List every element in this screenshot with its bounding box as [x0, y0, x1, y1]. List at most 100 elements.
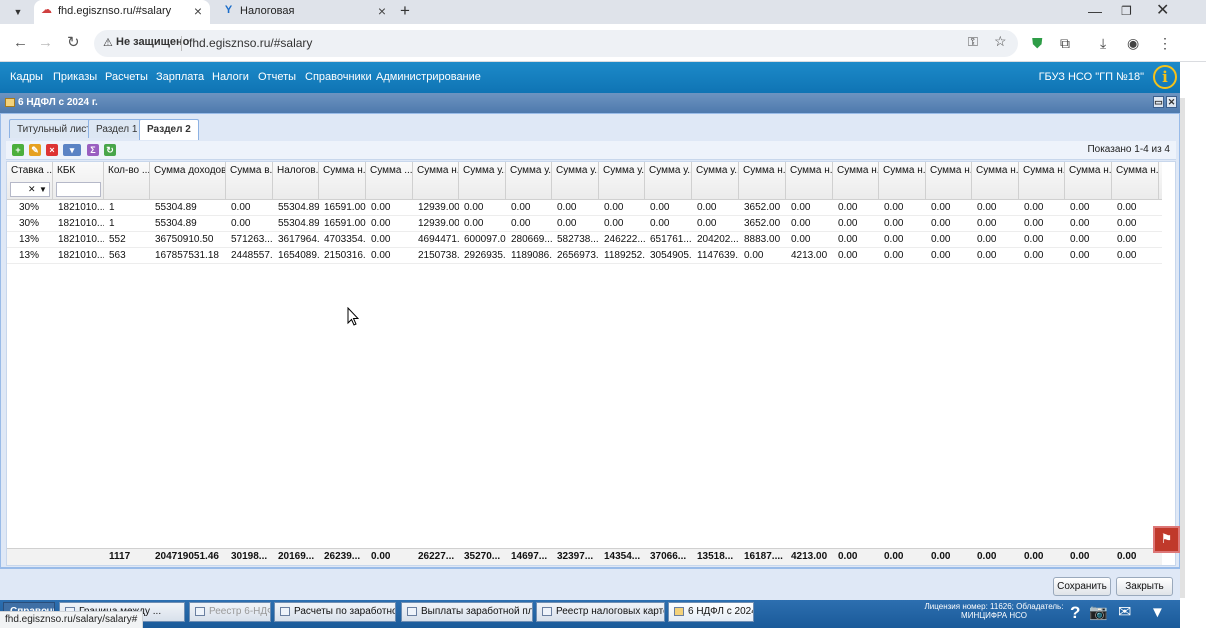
column-header[interactable]: Сумма н... [833, 162, 879, 200]
back-arrow-icon[interactable]: ← [13, 33, 28, 53]
column-header[interactable]: Сумма доходов... [150, 162, 226, 200]
minimize-window-icon[interactable]: — [1088, 0, 1102, 22]
column-header[interactable]: Сумма н... [1112, 162, 1159, 200]
add-row-icon[interactable]: + [12, 144, 24, 156]
browser-tab-inactive[interactable]: Y Налоговая × [216, 0, 394, 24]
extensions-puzzle-icon[interactable]: ⧉ [1060, 33, 1070, 53]
tab-search-chevron-icon[interactable]: ▼ [9, 4, 27, 20]
column-header[interactable]: Сумма ... [366, 162, 413, 200]
mail-icon[interactable]: ✉ [1118, 603, 1131, 623]
tab-section-2[interactable]: Раздел 2 [139, 119, 199, 140]
column-header[interactable]: Сумма н... [786, 162, 833, 200]
menu-item-orders[interactable]: Приказы [53, 71, 97, 83]
clear-filter-icon[interactable]: ✕ [28, 183, 36, 196]
not-secure-warning-icon[interactable]: ⚠ [103, 36, 113, 49]
camera-icon[interactable]: 📷 [1089, 603, 1108, 623]
browser-menu-icon[interactable]: ⋮ [1158, 33, 1172, 53]
security-label[interactable]: Не защищено [116, 36, 189, 48]
page-scrollbar[interactable] [1180, 62, 1206, 628]
column-header[interactable]: Сумма н... [972, 162, 1019, 200]
table-cell: 0.00 [604, 202, 624, 213]
table-row[interactable]: 30% 1821010... 1 55304.89 0.00 55304.89 16591.… [7, 200, 1162, 216]
sum-icon[interactable]: Σ [87, 144, 99, 156]
menu-item-staff[interactable]: Кадры [10, 71, 43, 83]
taskbar-item[interactable]: Реестр 6-НДФЛ [189, 602, 271, 622]
close-tab-icon[interactable]: × [194, 0, 202, 22]
collapse-triangle-icon[interactable]: ▼ [1150, 603, 1165, 623]
column-header[interactable]: Сумма у... [692, 162, 739, 200]
menu-item-salary[interactable]: Зарплата [156, 71, 204, 83]
column-header[interactable]: КБК [53, 162, 104, 200]
taskbar-item[interactable]: Расчеты по заработной ... [274, 602, 396, 622]
print-icon[interactable]: ▾ [63, 144, 81, 156]
column-header[interactable]: Сумма в... [226, 162, 273, 200]
table-row[interactable]: 13% 1821010... 552 36750910.50 571263.... 361… [7, 232, 1162, 248]
new-tab-button[interactable]: + [400, 0, 410, 22]
info-icon[interactable]: i [1153, 65, 1177, 89]
menu-item-references[interactable]: Справочники [305, 71, 372, 83]
menu-item-administration[interactable]: Администрирование [376, 71, 481, 83]
save-button[interactable]: Сохранить [1053, 577, 1111, 596]
taskbar-item[interactable]: Выплаты заработной платы [401, 602, 533, 622]
taskbar-item-active[interactable]: 6 НДФЛ с 2024 г. [668, 602, 754, 622]
restore-window-icon[interactable]: ❐ [1121, 0, 1132, 22]
refresh-icon[interactable]: ↻ [104, 144, 116, 156]
column-header[interactable]: Ставка ... ✕ ▼ [7, 162, 53, 200]
column-header[interactable]: Сумма у... [552, 162, 599, 200]
browser-tab-active[interactable]: ☁ fhd.egisznso.ru/#salary × [34, 0, 210, 24]
floating-action-icon[interactable]: ⚑ [1153, 526, 1180, 553]
column-header-label: Сумма у... [556, 165, 599, 176]
delete-row-icon[interactable]: × [46, 144, 58, 156]
close-window-icon[interactable]: ✕ [1156, 0, 1169, 22]
table-cell: 0.00 [231, 218, 251, 229]
column-header[interactable]: Сумма н... [1019, 162, 1065, 200]
column-header[interactable]: Сумма н... [926, 162, 972, 200]
column-header[interactable]: Налогов... [273, 162, 319, 200]
column-header[interactable]: Сумма у... [645, 162, 692, 200]
bookmark-star-icon[interactable]: ☆ [994, 33, 1007, 50]
table-cell: 55304.89 [155, 202, 197, 213]
table-row[interactable]: 30% 1821010... 1 55304.89 0.00 55304.89 16591.… [7, 216, 1162, 232]
reload-icon[interactable]: ↻ [67, 33, 80, 53]
kbk-filter-input[interactable] [56, 182, 101, 197]
tab-title-page[interactable]: Титульный лист [9, 119, 99, 138]
column-header[interactable]: Сумма н... [739, 162, 786, 200]
column-header[interactable]: Сумма у... [599, 162, 645, 200]
column-header[interactable]: Сумма у... [506, 162, 552, 200]
close-button[interactable]: Закрыть [1116, 577, 1173, 596]
table-cell: 246222.... [604, 234, 645, 245]
chevron-down-icon[interactable]: ▼ [39, 183, 47, 196]
menu-item-calculations[interactable]: Расчеты [105, 71, 148, 83]
taskbar-item-label: 6 НДФЛ с 2024 г. [688, 606, 753, 617]
help-icon[interactable]: ? [1070, 603, 1080, 623]
url-text[interactable]: fhd.egisznso.ru/#salary [189, 36, 312, 50]
download-icon[interactable]: ⤓ [1100, 33, 1106, 53]
forward-arrow-icon[interactable]: → [38, 33, 53, 53]
close-tab-icon[interactable]: × [378, 0, 386, 22]
window-icon [280, 607, 290, 616]
password-key-icon[interactable]: ⚿ [968, 34, 978, 50]
table-cell: 2150738... [418, 250, 459, 261]
maximize-panel-icon[interactable]: ▭ [1153, 96, 1164, 108]
table-cell: 204202.... [697, 234, 739, 245]
rate-filter-select[interactable]: ✕ ▼ [10, 182, 50, 197]
page-scrollbar-track[interactable] [1180, 98, 1185, 598]
column-header[interactable]: Сумма н... [319, 162, 366, 200]
edit-row-icon[interactable]: ✎ [29, 144, 41, 156]
menu-item-reports[interactable]: Отчеты [258, 71, 296, 83]
window-icon [407, 607, 417, 616]
column-header[interactable]: Сумма н... [1065, 162, 1112, 200]
shield-extension-icon[interactable]: ⛊ [1032, 33, 1043, 53]
column-header[interactable]: Сумма н... [413, 162, 459, 200]
table-row[interactable]: 13% 1821010... 563 167857531.18 2448557... 16… [7, 248, 1162, 264]
omnibox[interactable]: ⚠ Не защищено fhd.egisznso.ru/#salary ⚿ … [94, 30, 1018, 57]
column-header[interactable]: Сумма н... [879, 162, 926, 200]
taskbar-item[interactable]: Реестр налоговых карточек [536, 602, 665, 622]
column-header[interactable]: Сумма у... [459, 162, 506, 200]
column-header[interactable]: Кол-во ... [104, 162, 150, 200]
tab-section-1[interactable]: Раздел 1 [88, 119, 146, 138]
table-cell: 571263.... [231, 234, 273, 245]
profile-icon[interactable]: ◉ [1127, 33, 1139, 53]
menu-item-taxes[interactable]: Налоги [212, 71, 249, 83]
close-panel-icon[interactable]: ✕ [1166, 96, 1177, 108]
